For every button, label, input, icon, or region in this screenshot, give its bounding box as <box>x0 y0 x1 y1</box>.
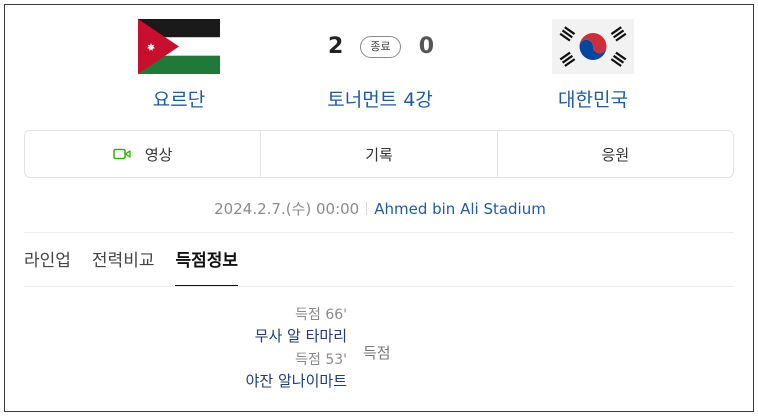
subtab-bar: 라인업 전력비교 득점정보 <box>24 249 259 289</box>
match-actions: 영상 기록 응원 <box>24 130 734 178</box>
home-score: 2 <box>328 34 344 59</box>
goals-category-label: 득점 <box>363 344 391 362</box>
tab-scoring-info[interactable]: 득점정보 <box>175 249 239 287</box>
jordan-flag-icon <box>138 19 220 74</box>
cheer-button-label: 응원 <box>601 145 630 164</box>
meta-divider <box>366 202 368 215</box>
goal-scorer-link[interactable]: 야잔 알나이마트 <box>185 370 347 392</box>
goal-scorer-link[interactable]: 무사 알 타마리 <box>185 325 347 347</box>
cheer-button[interactable]: 응원 <box>496 131 733 177</box>
away-team[interactable]: 대한민국 <box>533 19 653 112</box>
video-button-label: 영상 <box>144 145 173 164</box>
match-card: 요르단 2 종료 0 토너먼트 4강 대한민국 영상 기록 응원 2024.2.… <box>4 4 754 412</box>
match-status-badge: 종료 <box>360 36 401 58</box>
tab-comparison[interactable]: 전력비교 <box>92 249 155 287</box>
video-camera-icon <box>113 148 131 160</box>
match-date: 2024.2.7.(수) 00:00 <box>214 200 360 218</box>
venue-link[interactable]: Ahmed bin Ali Stadium <box>374 200 546 218</box>
away-team-name[interactable]: 대한민국 <box>533 85 653 112</box>
away-score: 0 <box>418 34 434 59</box>
record-button-label: 기록 <box>365 145 393 164</box>
home-team-name[interactable]: 요르단 <box>119 85 239 112</box>
divider <box>24 232 734 233</box>
scoreboard: 2 종료 0 <box>323 32 437 62</box>
video-button[interactable]: 영상 <box>25 131 260 177</box>
record-button[interactable]: 기록 <box>260 131 496 177</box>
goal-time: 득점 53' <box>295 352 347 368</box>
goal-time: 득점 66' <box>295 307 347 323</box>
home-goal-list: 득점 66' 무사 알 타마리 득점 53' 야잔 알나이마트 <box>185 305 347 395</box>
tab-lineup[interactable]: 라인업 <box>24 249 71 287</box>
round-link[interactable]: 토너먼트 4강 <box>305 85 455 112</box>
home-team[interactable]: 요르단 <box>119 19 239 112</box>
korea-flag-icon <box>552 19 634 74</box>
divider <box>24 286 734 287</box>
match-meta: 2024.2.7.(수) 00:00 Ahmed bin Ali Stadium <box>5 198 755 219</box>
